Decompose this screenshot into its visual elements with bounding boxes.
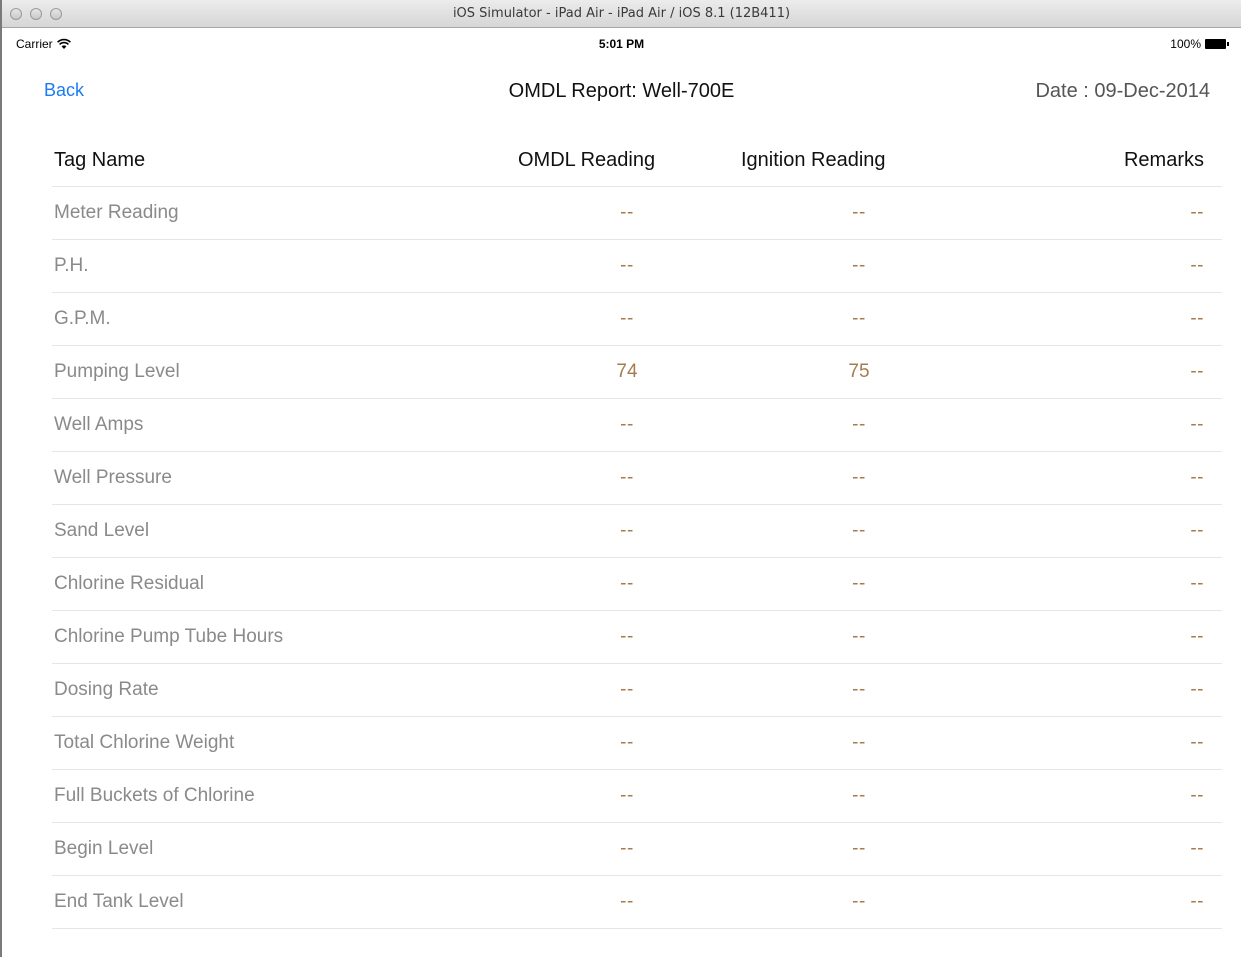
row-tag-name: Total Chlorine Weight	[54, 732, 235, 753]
table-row[interactable]: Dosing Rate -- -- --	[52, 664, 1222, 717]
table-row[interactable]: Chlorine Residual -- -- --	[52, 558, 1222, 611]
table-row[interactable]: Well Amps -- -- --	[52, 399, 1222, 452]
table-row[interactable]: End Tank Level -- -- --	[52, 876, 1222, 929]
row-ignition-reading: --	[852, 414, 866, 435]
header-remarks: Remarks	[1123, 149, 1204, 171]
report-table: Tag Name OMDL Reading Ignition Reading R…	[52, 135, 1222, 929]
window-title: iOS Simulator - iPad Air - iPad Air / iO…	[452, 6, 791, 21]
row-remarks: --	[1190, 626, 1204, 647]
row-remarks: --	[1190, 467, 1204, 488]
row-tag-name: G.P.M.	[54, 308, 111, 329]
row-remarks: --	[1190, 255, 1204, 276]
row-ignition-reading: --	[852, 732, 866, 753]
row-tag-name: Well Pressure	[54, 467, 172, 488]
row-tag-name: Begin Level	[54, 838, 154, 859]
row-omdl-reading: 74	[616, 361, 638, 382]
row-omdl-reading: --	[620, 785, 634, 806]
row-ignition-reading: --	[852, 520, 866, 541]
row-tag-name: Pumping Level	[54, 361, 180, 382]
nav-bar: Back OMDL Report: Well-700E Date : 09-De…	[2, 60, 1241, 124]
header-ignition-reading: Ignition Reading	[741, 149, 886, 171]
battery-percent: 100%	[1170, 37, 1201, 51]
row-tag-name: Dosing Rate	[54, 679, 159, 700]
table-row[interactable]: Sand Level -- -- --	[52, 505, 1222, 558]
row-omdl-reading: --	[620, 891, 634, 912]
row-tag-name: Sand Level	[54, 520, 150, 541]
simulator-window: iOS Simulator - iPad Air - iPad Air / iO…	[0, 0, 1241, 957]
row-omdl-reading: --	[620, 255, 634, 276]
table-row[interactable]: Full Buckets of Chlorine -- -- --	[52, 770, 1222, 823]
row-omdl-reading: --	[620, 467, 634, 488]
row-remarks: --	[1190, 202, 1204, 223]
header-omdl-reading: OMDL Reading	[518, 149, 656, 171]
row-tag-name: Well Amps	[54, 414, 144, 435]
table-row[interactable]: P.H. -- -- --	[52, 240, 1222, 293]
row-tag-name: Chlorine Residual	[54, 573, 204, 594]
row-ignition-reading: --	[852, 255, 866, 276]
row-tag-name: End Tank Level	[54, 891, 184, 912]
row-ignition-reading: --	[852, 838, 866, 859]
row-remarks: --	[1190, 785, 1204, 806]
row-remarks: --	[1190, 308, 1204, 329]
row-omdl-reading: --	[620, 838, 634, 859]
table-row[interactable]: Chlorine Pump Tube Hours -- -- --	[52, 611, 1222, 664]
row-tag-name: Full Buckets of Chlorine	[54, 785, 255, 806]
row-remarks: --	[1190, 414, 1204, 435]
row-omdl-reading: --	[620, 520, 634, 541]
row-remarks: --	[1190, 891, 1204, 912]
row-ignition-reading: --	[852, 308, 866, 329]
table-row[interactable]: Begin Level -- -- --	[52, 823, 1222, 876]
row-ignition-reading: --	[852, 573, 866, 594]
battery-indicator: 100%	[1170, 37, 1229, 51]
row-ignition-reading: --	[852, 202, 866, 223]
row-remarks: --	[1190, 679, 1204, 700]
table-header-row: Tag Name OMDL Reading Ignition Reading R…	[52, 135, 1222, 187]
row-ignition-reading: --	[852, 679, 866, 700]
report-date: Date : 09-Dec-2014	[1035, 80, 1210, 102]
row-ignition-reading: --	[852, 785, 866, 806]
row-remarks: --	[1190, 732, 1204, 753]
row-remarks: --	[1190, 520, 1204, 541]
row-tag-name: P.H.	[54, 255, 89, 276]
table-row[interactable]: Meter Reading -- -- --	[52, 187, 1222, 240]
row-tag-name: Meter Reading	[54, 202, 179, 223]
window-titlebar: iOS Simulator - iPad Air - iPad Air / iO…	[2, 0, 1241, 28]
row-ignition-reading: --	[852, 467, 866, 488]
row-omdl-reading: --	[620, 414, 634, 435]
row-remarks: --	[1190, 838, 1204, 859]
table-row[interactable]: Pumping Level 74 75 --	[52, 346, 1222, 399]
row-omdl-reading: --	[620, 679, 634, 700]
row-ignition-reading: --	[852, 626, 866, 647]
row-omdl-reading: --	[620, 732, 634, 753]
header-tag-name: Tag Name	[54, 149, 146, 171]
table-row[interactable]: Total Chlorine Weight -- -- --	[52, 717, 1222, 770]
row-omdl-reading: --	[620, 202, 634, 223]
table-row[interactable]: G.P.M. -- -- --	[52, 293, 1222, 346]
battery-icon	[1205, 39, 1229, 49]
row-ignition-reading: 75	[848, 361, 870, 382]
row-remarks: --	[1190, 573, 1204, 594]
row-omdl-reading: --	[620, 573, 634, 594]
row-omdl-reading: --	[620, 626, 634, 647]
table-row[interactable]: Well Pressure -- -- --	[52, 452, 1222, 505]
status-time: 5:01 PM	[598, 37, 645, 51]
row-remarks: --	[1190, 361, 1204, 382]
row-tag-name: Chlorine Pump Tube Hours	[54, 626, 284, 647]
row-omdl-reading: --	[620, 308, 634, 329]
ios-status-bar: Carrier 5:01 PM 100%	[2, 28, 1241, 60]
row-ignition-reading: --	[852, 891, 866, 912]
